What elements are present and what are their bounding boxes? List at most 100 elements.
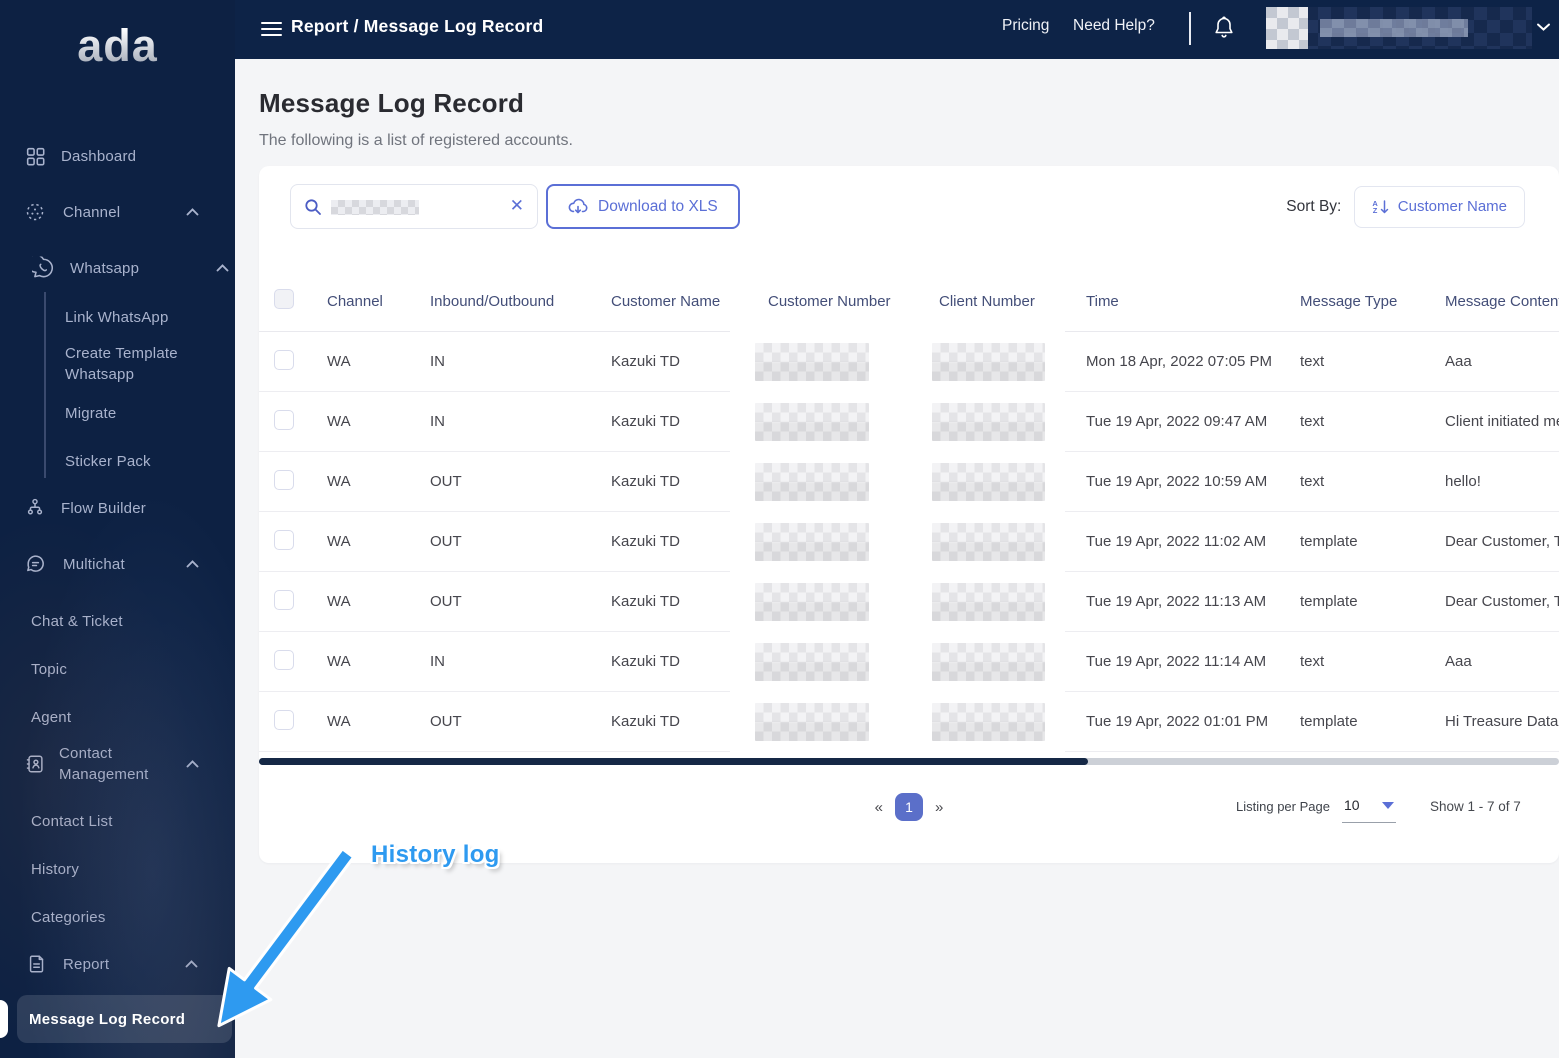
sort-az-icon: AZ — [1372, 199, 1389, 214]
page-number-button[interactable]: 1 — [895, 793, 923, 821]
cell-channel: WA — [327, 653, 351, 670]
row-checkbox[interactable] — [274, 529, 294, 550]
account-menu[interactable] — [1266, 7, 1532, 49]
column-header-message-type: Message Type — [1300, 292, 1398, 310]
column-header-channel: Channel — [327, 292, 383, 310]
sidebar-item-migrate[interactable]: Migrate — [0, 398, 235, 428]
cloud-download-icon — [568, 198, 588, 216]
chevron-up-icon[interactable] — [186, 560, 199, 569]
listing-per-page-select[interactable]: 10 — [1341, 797, 1396, 823]
sidebar-item-label: Categories — [31, 908, 106, 926]
sidebar-item-whatsapp[interactable]: Whatsapp — [0, 253, 235, 283]
row-checkbox[interactable] — [274, 709, 294, 730]
pricing-link[interactable]: Pricing — [1002, 17, 1049, 35]
clear-search-icon[interactable]: ✕ — [510, 196, 524, 216]
flow-builder-icon — [24, 497, 46, 519]
redacted-region — [730, 511, 1065, 574]
cell-channel: WA — [327, 413, 351, 430]
sidebar-item-label: Migrate — [65, 404, 117, 422]
pagination-bar: « 1 » Listing per Page 10 Show 1 - 7 of … — [259, 766, 1559, 854]
sidebar-item-label: Topic — [31, 660, 68, 678]
sidebar-item-label: Link WhatsApp — [65, 308, 169, 326]
redacted-client-number — [932, 583, 1045, 621]
sidebar: ada Dashboard Channel Whatsapp Link What… — [0, 0, 235, 1058]
chevron-down-icon[interactable] — [1536, 22, 1551, 32]
sidebar-item-contact-management[interactable]: Contact Management — [0, 740, 235, 788]
sidebar-item-multichat[interactable]: Multichat — [0, 549, 235, 579]
row-checkbox[interactable] — [274, 409, 294, 430]
sidebar-item-message-log-record[interactable]: Message Log Record — [17, 995, 232, 1043]
cell-message-type: text — [1300, 353, 1325, 370]
sidebar-item-create-template-whatsapp[interactable]: Create Template Whatsapp — [0, 340, 235, 388]
topbar-divider — [1189, 12, 1191, 45]
sidebar-item-label: Create Template Whatsapp — [65, 345, 178, 383]
sidebar-item-label: Report — [63, 955, 110, 973]
sidebar-item-report[interactable]: Report — [0, 949, 235, 979]
cell-time: Mon 18 Apr, 2022 07:05 PM — [1086, 353, 1272, 370]
sidebar-item-channel[interactable]: Channel — [0, 197, 235, 227]
sidebar-item-agent[interactable]: Agent — [0, 702, 235, 732]
listing-per-page: Listing per Page 10 — [1236, 797, 1396, 823]
next-page-button[interactable]: » — [935, 799, 943, 816]
cell-message-content: Hi Treasure Data T — [1445, 713, 1559, 730]
sidebar-item-history[interactable]: History — [0, 854, 235, 884]
chevron-up-icon[interactable] — [216, 264, 229, 273]
whatsapp-icon — [32, 256, 55, 280]
chevron-up-icon[interactable] — [185, 960, 198, 969]
redacted-region — [730, 571, 1065, 634]
need-help-link[interactable]: Need Help? — [1073, 17, 1155, 35]
redacted-customer-number — [755, 463, 869, 501]
sidebar-item-chat-and-ticket[interactable]: Chat & Ticket — [0, 606, 235, 636]
download-xls-button[interactable]: Download to XLS — [546, 184, 740, 229]
cell-time: Tue 19 Apr, 2022 11:14 AM — [1086, 653, 1267, 670]
avatar — [1266, 7, 1308, 49]
row-checkbox[interactable] — [274, 349, 294, 370]
listing-per-page-value: 10 — [1343, 797, 1360, 813]
cell-message-content: hello! — [1445, 473, 1481, 490]
menu-icon[interactable] — [261, 18, 282, 39]
cell-channel: WA — [327, 473, 351, 490]
sidebar-item-link-whatsapp[interactable]: Link WhatsApp — [0, 302, 235, 332]
cell-message-content: Aaa — [1445, 653, 1472, 670]
row-checkbox[interactable] — [274, 589, 294, 610]
redacted-region — [730, 391, 1065, 454]
sidebar-item-contact-list[interactable]: Contact List — [0, 806, 235, 836]
chevron-up-icon[interactable] — [186, 760, 199, 769]
prev-page-button[interactable]: « — [875, 799, 883, 816]
cell-message-type: template — [1300, 593, 1358, 610]
cell-time: Tue 19 Apr, 2022 11:13 AM — [1086, 593, 1267, 610]
sort-button[interactable]: AZ Customer Name — [1354, 185, 1525, 228]
sidebar-item-sticker-pack[interactable]: Sticker Pack — [0, 446, 235, 476]
scrollbar-thumb[interactable] — [259, 758, 1088, 765]
chevron-up-icon[interactable] — [186, 208, 199, 217]
cell-direction: IN — [430, 353, 445, 370]
cell-message-type: text — [1300, 473, 1325, 490]
row-checkbox[interactable] — [274, 649, 294, 670]
sort-controls: Sort By: AZ Customer Name — [1286, 185, 1525, 228]
cell-channel: WA — [327, 533, 351, 550]
search-input[interactable]: ✕ — [290, 184, 538, 229]
row-checkbox[interactable] — [274, 469, 294, 490]
table-row: WA IN Kazuki TD Tue 19 Apr, 2022 09:47 A… — [259, 391, 1559, 454]
active-indicator — [0, 1000, 8, 1038]
cell-channel: WA — [327, 713, 351, 730]
toolbar: ✕ Download to XLS Sort By: AZ Customer N… — [259, 166, 1559, 229]
cell-message-content: Client initiated me — [1445, 413, 1559, 430]
sidebar-item-label: Sticker Pack — [65, 452, 151, 470]
contact-management-icon — [24, 753, 46, 775]
sidebar-item-label: Agent — [31, 708, 72, 726]
redacted-client-number — [932, 343, 1045, 381]
redacted-region — [730, 631, 1065, 694]
sidebar-item-categories[interactable]: Categories — [0, 902, 235, 932]
select-all-checkbox[interactable] — [274, 289, 294, 309]
sidebar-item-flow-builder[interactable]: Flow Builder — [0, 493, 235, 523]
sidebar-item-dashboard[interactable]: Dashboard — [0, 141, 235, 171]
cell-message-content: Dear Customer, T — [1445, 533, 1559, 550]
page-title: Message Log Record — [259, 88, 525, 118]
column-header-customer-number: Customer Number — [768, 292, 891, 310]
sidebar-item-topic[interactable]: Topic — [0, 654, 235, 684]
main-content: Message Log Record The following is a li… — [235, 59, 1559, 1058]
cell-time: Tue 19 Apr, 2022 01:01 PM — [1086, 713, 1269, 730]
redacted-customer-number — [755, 523, 869, 561]
bell-icon[interactable] — [1212, 14, 1236, 42]
